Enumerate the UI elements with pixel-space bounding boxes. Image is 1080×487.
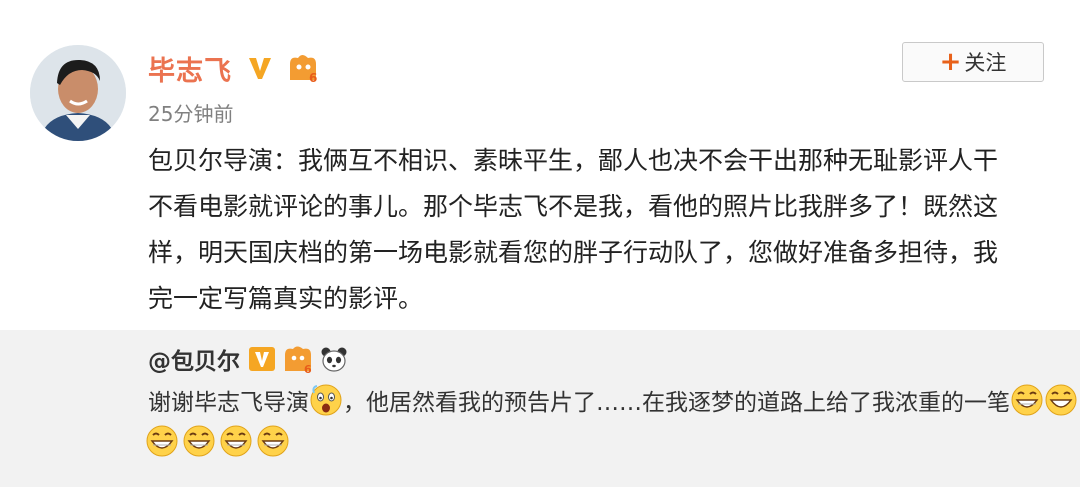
repost-author-name[interactable]: @包贝尔 — [148, 342, 240, 376]
avatar-portrait-icon — [30, 45, 126, 141]
repost-text-part-2: ，他居然看我的预告片了……在我逐梦的道路上给了我浓重的一笔 — [343, 390, 1010, 416]
post-text-line: 样，明天国庆档的第一场电影就看您的胖子行动队了，您做好准备多担待，我 — [148, 238, 999, 267]
vip-level-icon: 6 — [282, 344, 316, 376]
grin-emoji — [257, 425, 289, 457]
grin-emoji — [183, 425, 215, 457]
emoji-row — [145, 424, 293, 462]
author-name[interactable]: 毕志飞 — [148, 49, 232, 88]
post-text: 包贝尔导演：我俩互不相识、素昧平生，鄙人也决不会干出那种无耻影评人干 不看电影就… — [148, 138, 1080, 322]
v-verified-icon — [246, 54, 274, 82]
repost-text-part-1: 谢谢毕志飞导演 — [148, 390, 309, 416]
panda-icon — [320, 346, 348, 372]
vip-level-icon: 6 — [286, 52, 322, 85]
author-row: 毕志飞 6 — [148, 48, 322, 88]
svg-text:6: 6 — [309, 71, 317, 84]
repost-text: 谢谢毕志飞导演 ，他居然看我的预告片了……在我逐梦的道路上给了我浓重的一笔 — [148, 380, 1080, 420]
scared-face-emoji — [310, 384, 342, 416]
v-verified-icon — [248, 346, 276, 372]
grin-emoji — [1011, 384, 1043, 416]
follow-button[interactable]: + 关注 — [902, 42, 1044, 82]
post-text-line: 包贝尔导演：我俩互不相识、素昧平生，鄙人也决不会干出那种无耻影评人干 — [148, 146, 999, 175]
repost-block: @包贝尔 6 谢谢毕志飞导演 ，他居然看我的预告片了……在我逐梦的道路上给了我浓… — [0, 330, 1080, 487]
follow-button-label: 关注 — [964, 51, 1007, 75]
plus-icon: + — [939, 47, 962, 77]
repost-author-row: @包贝尔 6 — [148, 342, 348, 376]
post-text-line: 不看电影就评论的事儿。那个毕志飞不是我，看他的照片比我胖多了！既然这 — [148, 192, 999, 221]
grin-emoji — [146, 425, 178, 457]
grin-emoji — [1045, 384, 1077, 416]
grin-emoji — [220, 425, 252, 457]
weibo-post: 毕志飞 6 25分钟前 + 关注 包贝尔导演：我俩互不相识、素昧平生，鄙人也决不… — [0, 0, 1080, 330]
post-text-line: 完一定写篇真实的影评。 — [148, 284, 424, 313]
svg-text:6: 6 — [304, 363, 312, 374]
author-avatar[interactable] — [30, 45, 126, 141]
post-timestamp: 25分钟前 — [148, 102, 234, 126]
